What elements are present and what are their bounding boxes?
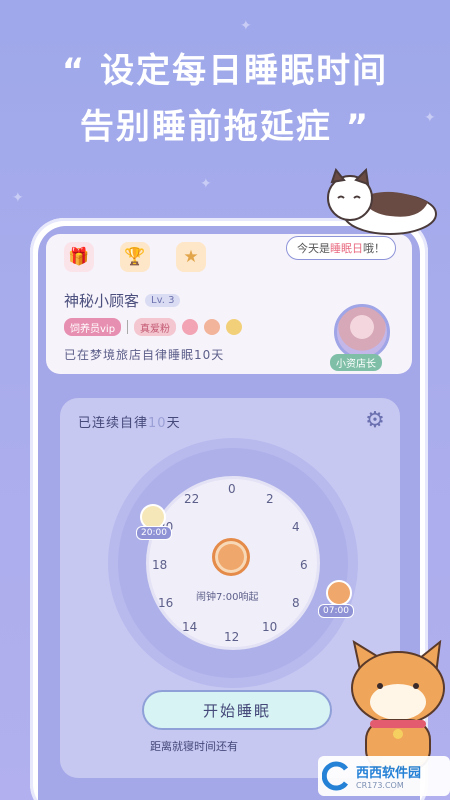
- alarm-text: 闹钟7:00响起: [196, 592, 259, 603]
- coin-icon[interactable]: [226, 319, 243, 335]
- level-badge: Lv. 3: [145, 294, 181, 307]
- avatar[interactable]: [334, 304, 390, 360]
- countdown-text: 距离就寝时间还有: [150, 740, 238, 753]
- clock-number: 14: [182, 620, 198, 634]
- top-icon-row: 🎁 🏆 ★: [64, 242, 206, 272]
- star-decoration: ✦: [240, 18, 252, 34]
- wake-handle-icon[interactable]: [326, 580, 352, 606]
- wake-time-label[interactable]: 07:00: [318, 604, 354, 618]
- trophy-icon[interactable]: 🏆: [120, 242, 150, 272]
- clock-number: 12: [224, 630, 240, 644]
- watermark-brand: 西西: [356, 766, 383, 781]
- divider: [127, 320, 129, 334]
- clock-number: 8: [292, 596, 300, 610]
- gear-icon[interactable]: ⚙: [362, 408, 388, 434]
- clock-number: 0: [228, 482, 236, 496]
- fan-badge[interactable]: 真爱粉: [134, 318, 177, 336]
- headline: “ 设定每日睡眠时间 告别睡前拖延症 ”: [0, 46, 450, 154]
- streak-prefix: 已连续自律: [78, 416, 149, 431]
- watermark-site: CR173.COM: [356, 781, 404, 790]
- clock-number: 10: [262, 620, 278, 634]
- star-decoration: ✦: [12, 190, 24, 206]
- speech-bubble: 今天是睡眠日哦！: [286, 236, 396, 260]
- speech-suffix: 哦！: [363, 242, 385, 255]
- role-tag: 小资店长: [330, 354, 382, 371]
- watermark-c-icon: [322, 761, 349, 791]
- headline-line1: “ 设定每日睡眠时间: [61, 51, 389, 91]
- speech-prefix: 今天是: [297, 242, 330, 255]
- alarm-clock-icon: [212, 538, 250, 576]
- start-sleep-button[interactable]: 开始睡眠: [142, 690, 332, 730]
- ticket-icon[interactable]: [204, 319, 221, 335]
- streak-number: 10: [148, 416, 167, 431]
- watermark-suffix: 软件园: [382, 766, 422, 781]
- sleep-status: 已在梦境旅店自律睡眠10天: [64, 348, 225, 362]
- avatar-container[interactable]: 小资店长: [330, 304, 394, 380]
- bedtime-label[interactable]: 20:00: [136, 526, 172, 540]
- user-name-row: 神秘小顾客 Lv. 3: [64, 290, 181, 311]
- clock-number: 6: [300, 558, 308, 572]
- streak-suffix: 天: [166, 416, 181, 431]
- streak-text: 已连续自律10天: [78, 412, 181, 431]
- headline-line2: 告别睡前拖延症 ”: [79, 107, 371, 147]
- bookmark-star-icon[interactable]: ★: [176, 242, 206, 272]
- speech-highlight: 睡眠日: [330, 242, 363, 255]
- badge-row: 饲养员vip 真爱粉: [64, 318, 243, 336]
- clock-number: 16: [158, 596, 174, 610]
- star-decoration: ✦: [200, 176, 212, 192]
- flower-icon[interactable]: [182, 319, 199, 335]
- shiba-dog-mascot-icon: [351, 640, 445, 770]
- cat-mascot-icon: [327, 168, 437, 235]
- watermark-logo: 西西软件园 CR173.COM: [318, 756, 450, 796]
- clock-number: 22: [184, 492, 200, 506]
- vip-badge[interactable]: 饲养员vip: [64, 318, 122, 336]
- clock-number: 4: [292, 520, 300, 534]
- gift-icon[interactable]: 🎁: [64, 242, 94, 272]
- user-name: 神秘小顾客: [64, 292, 140, 310]
- clock-number: 18: [152, 558, 168, 572]
- clock-number: 2: [266, 492, 274, 506]
